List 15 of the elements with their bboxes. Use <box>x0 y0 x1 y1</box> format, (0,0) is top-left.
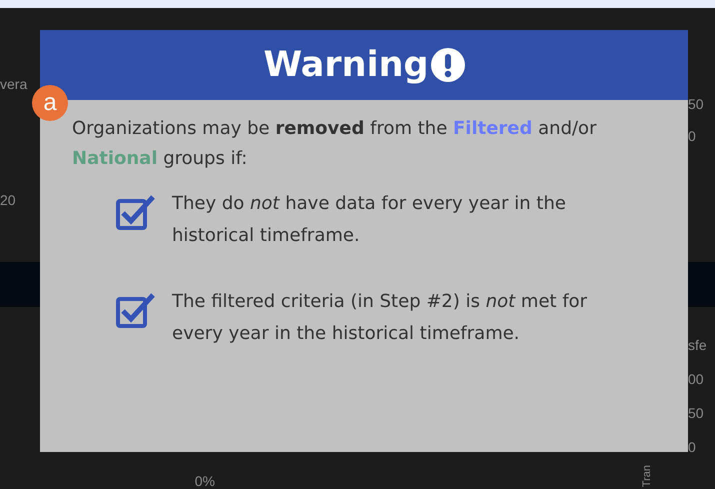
background-label: Tran <box>641 464 653 487</box>
dialog-title: Warning <box>263 45 429 85</box>
background-label: sfe <box>688 337 707 353</box>
background-label: 50 <box>688 96 704 112</box>
intro-text: Organizations may be removed from the Filtered and/or National groups if: <box>72 117 598 171</box>
background-label: 0 <box>688 128 696 144</box>
condition-text: They do not have data for every year in the historical timeframe. <box>172 192 567 248</box>
background-label: vera <box>0 76 28 92</box>
condition-text: The filtered criteria (in Step #2) is not met for every year in the historical timeframe. <box>172 290 588 346</box>
background-label: 00 <box>688 371 704 387</box>
exclamation-icon <box>430 48 465 82</box>
background-label: 20 <box>0 192 16 208</box>
background-label: 0% <box>194 473 215 489</box>
background-label: 0 <box>688 439 696 455</box>
background-label: 50 <box>688 405 704 421</box>
